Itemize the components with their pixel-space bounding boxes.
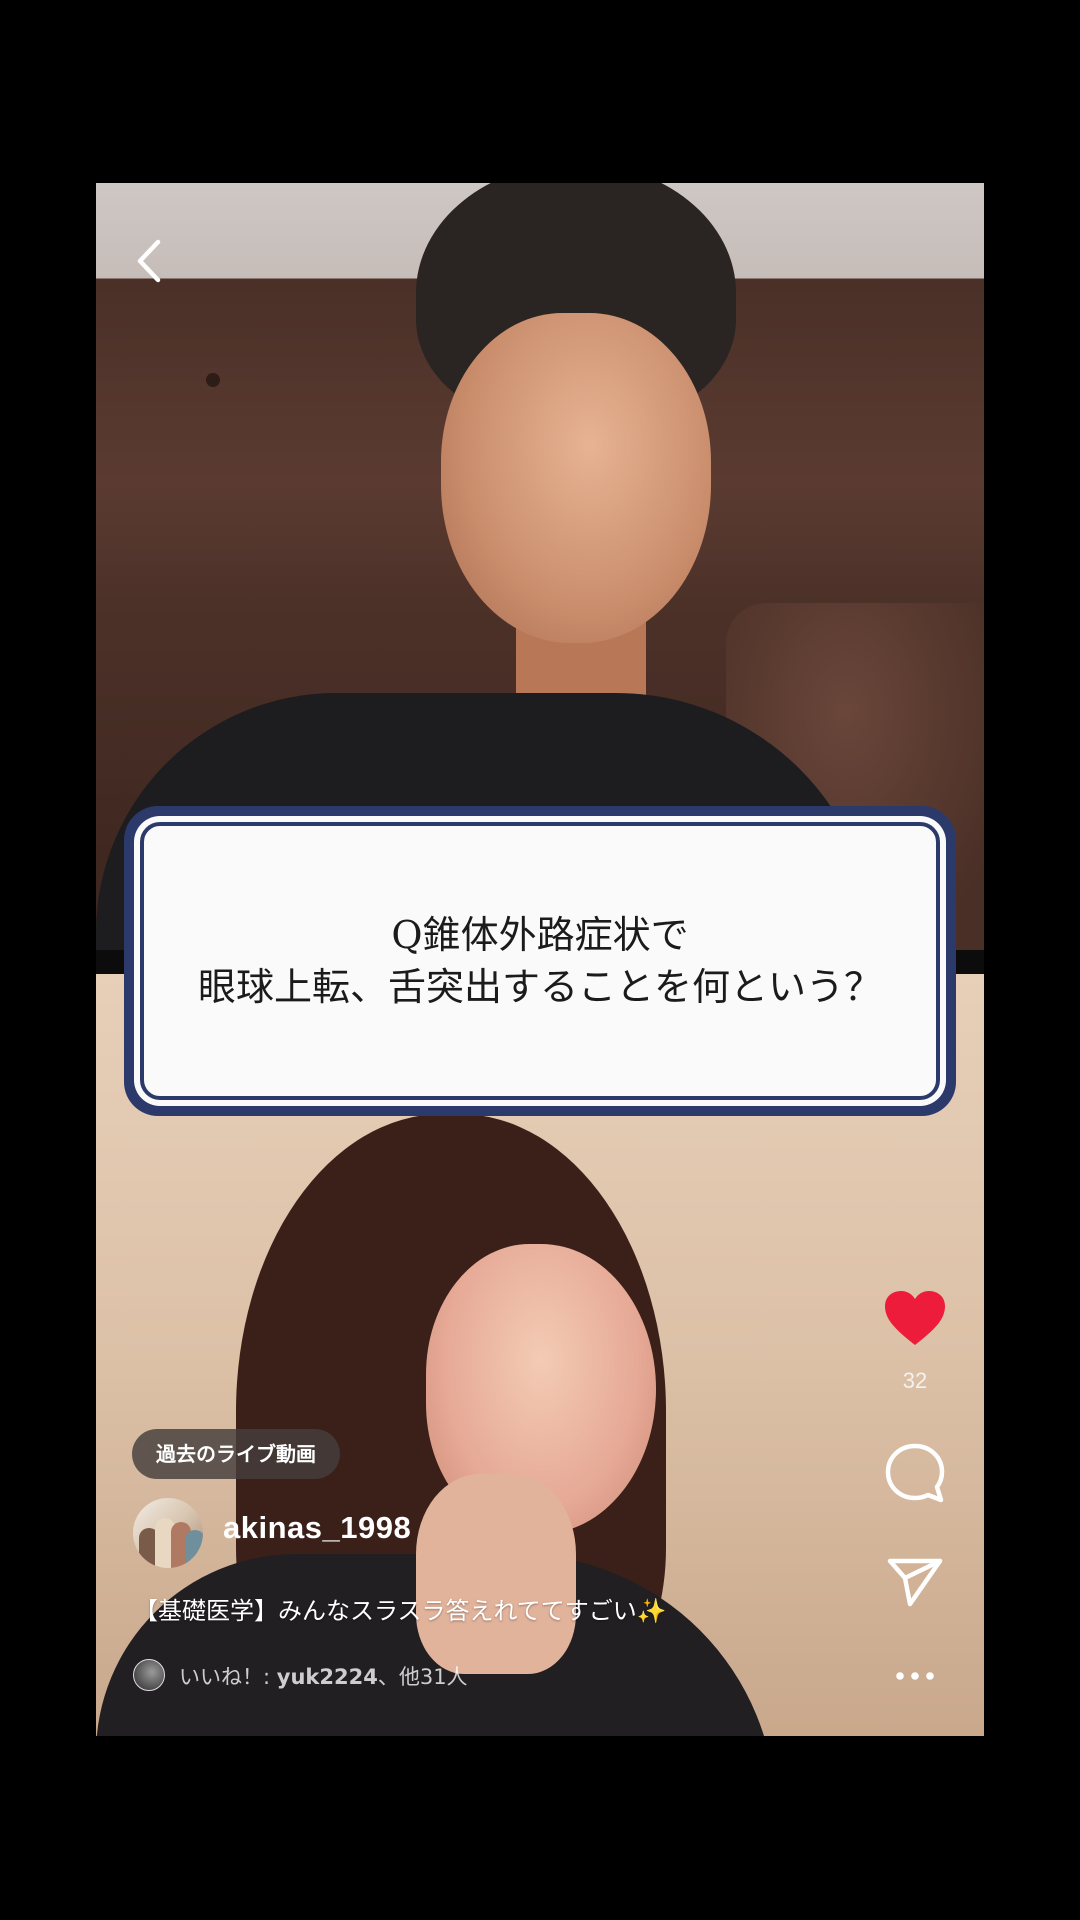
comment-bubble-icon[interactable] bbox=[884, 1442, 946, 1504]
question-card-text: Q錐体外路症状で 眼球上転、舌突出することを何という？ bbox=[140, 822, 940, 1100]
more-horizontal-icon[interactable] bbox=[894, 1666, 936, 1686]
chevron-left-icon[interactable] bbox=[128, 236, 172, 286]
question-line-1: Q錐体外路症状で bbox=[391, 913, 689, 957]
paper-plane-icon[interactable] bbox=[886, 1556, 944, 1608]
avatar[interactable] bbox=[133, 1498, 203, 1568]
likes-user-link[interactable]: yuk2224 bbox=[277, 1665, 378, 1689]
top-person-face bbox=[441, 313, 711, 643]
bottom-person-hand bbox=[416, 1474, 576, 1674]
like-count: 32 bbox=[902, 1368, 928, 1393]
past-live-video-chip[interactable]: 過去のライブ動画 bbox=[132, 1429, 340, 1479]
heart-icon[interactable] bbox=[882, 1288, 948, 1348]
likes-summary[interactable]: いいね！: yuk2224、他31人 bbox=[179, 1661, 468, 1691]
sofa-button-detail bbox=[206, 373, 220, 387]
username-link[interactable]: akinas_1998 bbox=[223, 1510, 411, 1546]
liker-avatar bbox=[133, 1659, 165, 1691]
likes-suffix: 、他31人 bbox=[377, 1665, 468, 1689]
likes-prefix: いいね！: bbox=[179, 1665, 277, 1689]
question-card: Q錐体外路症状で 眼球上転、舌突出することを何という？ bbox=[124, 806, 956, 1116]
post-caption: 【基礎医学】みんなスラスラ答えれててすごい✨ bbox=[134, 1597, 667, 1625]
screen: Q錐体外路症状で 眼球上転、舌突出することを何という？ 32 過去のライブ動画 bbox=[0, 0, 1080, 1920]
question-card-inner: Q錐体外路症状で 眼球上転、舌突出することを何という？ bbox=[134, 816, 946, 1106]
question-line-2: 眼球上転、舌突出することを何という？ bbox=[197, 965, 882, 1009]
